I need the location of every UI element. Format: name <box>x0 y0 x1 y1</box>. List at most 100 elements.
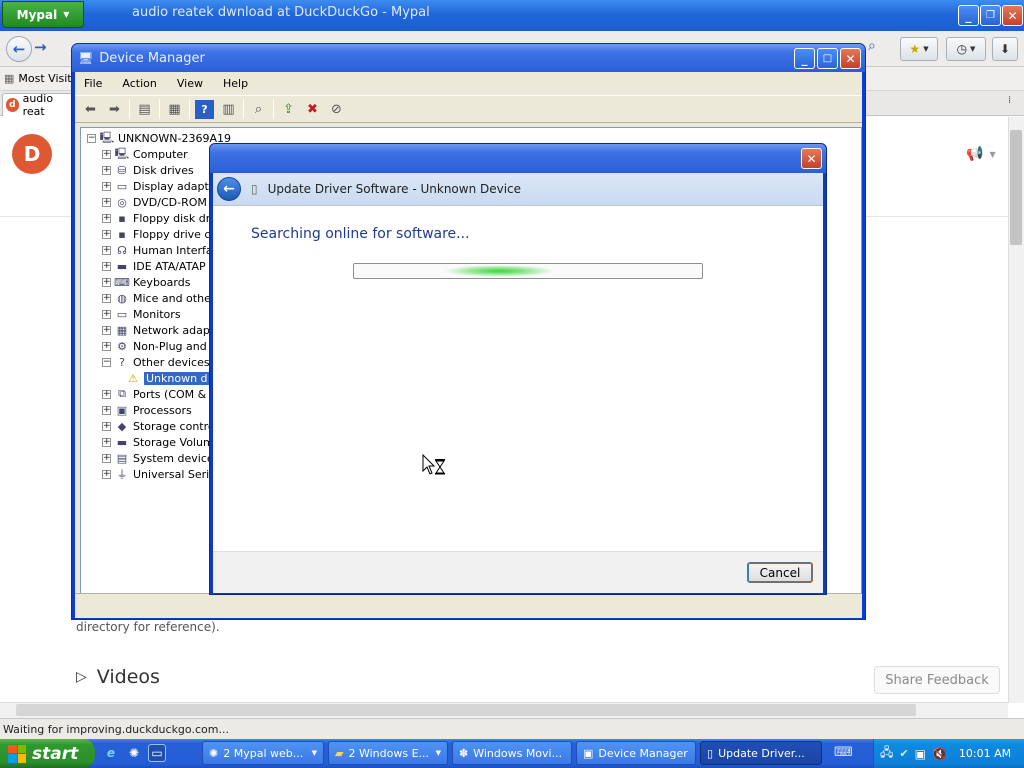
expand-icon[interactable]: + <box>102 229 111 239</box>
tree-category[interactable]: + ☊ Human Interfa <box>102 242 213 258</box>
collapse-icon[interactable]: − <box>87 133 96 143</box>
task-button-windows-movie-maker[interactable]: ✽ Windows Movi... <box>452 741 572 765</box>
menu-help[interactable]: Help <box>223 77 248 90</box>
expand-icon[interactable]: + <box>102 309 111 319</box>
tree-category[interactable]: + ▬ IDE ATA/ATAP <box>102 258 206 274</box>
menu-view[interactable]: View <box>177 77 203 90</box>
show-hide-console-tree-icon[interactable]: ▤ <box>135 100 154 119</box>
expand-icon[interactable]: + <box>102 325 111 335</box>
vertical-scrollbar-thumb[interactable] <box>1010 130 1022 245</box>
task-button-mypal[interactable]: ✺ 2 Mypal web... ▼ <box>202 741 324 765</box>
duckduckgo-logo-icon[interactable]: D <box>12 134 52 174</box>
device-manager-titlebar[interactable]: 🖥 Device Manager <box>72 44 865 72</box>
tree-category[interactable]: + ▦ Network adapt <box>102 322 214 338</box>
menu-action[interactable]: Action <box>122 77 156 90</box>
task-button-device-manager[interactable]: ▣ Device Manager <box>576 741 696 765</box>
expand-icon[interactable]: + <box>102 149 111 159</box>
tree-category[interactable]: + ◎ DVD/CD-ROM d <box>102 194 217 210</box>
dialog-titlebar[interactable] <box>210 144 826 173</box>
view-icon[interactable]: ▥ <box>219 100 238 119</box>
uninstall-icon[interactable]: ✖ <box>303 100 322 119</box>
megaphone-icon[interactable]: 📢 ▼ <box>966 146 996 162</box>
app-menu-button[interactable]: Mypal ▼ <box>2 1 84 28</box>
expand-icon[interactable]: + <box>102 469 111 479</box>
keyboard-language-icon[interactable]: ⌨ <box>834 745 853 760</box>
network-status-icon[interactable]: 🖧 <box>880 743 893 764</box>
expand-icon[interactable]: + <box>102 165 111 175</box>
tree-category[interactable]: + ▭ Monitors <box>102 306 181 322</box>
show-desktop-icon[interactable]: ▭ <box>148 744 166 762</box>
help-icon[interactable]: ? <box>195 99 214 119</box>
expand-icon[interactable]: + <box>102 453 111 463</box>
tree-category[interactable]: + ⌨ Keyboards <box>102 274 190 290</box>
expand-icon[interactable]: + <box>102 261 111 271</box>
devmgr-close-button[interactable]: ✕ <box>840 48 861 69</box>
tree-category[interactable]: + ▤ System devices <box>102 450 219 466</box>
forward-button[interactable]: → <box>34 38 47 56</box>
tree-child-item[interactable]: ⚠ Unknown d <box>125 370 210 386</box>
expand-icon[interactable]: + <box>102 293 111 303</box>
scan-hardware-icon[interactable]: ⌕ <box>249 100 268 119</box>
back-button[interactable]: ← <box>6 36 32 62</box>
tree-category[interactable]: + ▪ Floppy disk driv <box>102 210 220 226</box>
tree-category[interactable]: + ◆ Storage contro <box>102 418 215 434</box>
devmgr-maximize-button[interactable]: □ <box>817 48 838 69</box>
expand-icon[interactable]: + <box>102 277 111 287</box>
expand-icon[interactable]: + <box>102 389 111 399</box>
expand-icon[interactable]: + <box>102 421 111 431</box>
mypal-icon[interactable]: ✺ <box>125 744 143 762</box>
tree-category[interactable]: + ▪ Floppy drive co <box>102 226 217 242</box>
back-arrow-icon[interactable]: ⬅ <box>81 100 100 119</box>
browser-close-button[interactable]: ✕ <box>1002 5 1023 26</box>
expand-icon[interactable]: + <box>102 405 111 415</box>
task-button-windows-explorer[interactable]: ▰ 2 Windows E... ▼ <box>328 741 448 765</box>
collapse-icon[interactable]: − <box>102 357 111 367</box>
expand-icon[interactable]: + <box>102 213 111 223</box>
browser-restore-button[interactable]: ❐ <box>980 5 1001 26</box>
tree-category[interactable]: + 🖳 Computer <box>102 146 188 162</box>
browser-minimize-button[interactable]: _ <box>958 5 979 26</box>
disable-device-icon[interactable]: ⊘ <box>327 100 346 119</box>
videos-section-heading[interactable]: ▷ Videos <box>76 666 160 688</box>
properties-icon[interactable]: ▦ <box>165 100 184 119</box>
menu-file[interactable]: File <box>84 77 102 90</box>
search-button[interactable]: ⌕ <box>868 38 876 54</box>
tree-category[interactable]: + ▭ Display adapte <box>102 178 216 194</box>
safely-remove-hardware-icon[interactable]: ✔ <box>899 747 908 760</box>
share-feedback-button[interactable]: Share Feedback <box>874 666 1000 694</box>
tree-category[interactable]: + ⛁ Disk drives <box>102 162 194 178</box>
expand-icon[interactable]: + <box>102 197 111 207</box>
downloads-button[interactable]: ⬇ <box>992 37 1018 61</box>
tab-list-icon[interactable]: ⁞ <box>1008 95 1011 106</box>
tree-root[interactable]: − 🖳 UNKNOWN-2369A19 <box>87 130 231 146</box>
taskbar-clock[interactable]: 10:01 AM <box>959 747 1011 760</box>
tree-category[interactable]: + ⧉ Ports (COM & L <box>102 386 216 402</box>
tree-category[interactable]: + ▣ Processors <box>102 402 192 418</box>
volume-muted-icon[interactable]: 🔇 <box>932 747 947 761</box>
update-driver-icon[interactable]: ⇪ <box>279 100 298 119</box>
expand-icon[interactable]: + <box>102 245 111 255</box>
cancel-button[interactable]: Cancel <box>747 562 813 583</box>
expand-icon[interactable]: + <box>102 437 111 447</box>
internet-explorer-icon[interactable]: e <box>102 744 120 762</box>
tree-category[interactable]: + ⏚ Universal Seria <box>102 466 216 482</box>
devmgr-minimize-button[interactable]: _ <box>794 48 815 69</box>
tab-active[interactable]: d audio reat <box>2 92 74 118</box>
back-arrow-icon[interactable]: ← <box>217 177 241 201</box>
bookmark-most-visited[interactable]: Most Visite <box>18 72 78 85</box>
expand-icon[interactable]: + <box>102 181 111 191</box>
start-button[interactable]: start <box>0 739 95 768</box>
network-connection-icon[interactable]: ▣ <box>915 747 926 761</box>
dialog-close-button[interactable]: ✕ <box>801 148 822 169</box>
tree-category[interactable]: + ⚙ Non-Plug and P <box>102 338 217 354</box>
tree-item-label: Disk drives <box>133 163 194 177</box>
bookmarks-menu-button[interactable]: ★ ▼ <box>900 37 938 61</box>
tree-category[interactable]: −? Other devices <box>102 354 210 370</box>
forward-arrow-icon[interactable]: ➡ <box>105 100 124 119</box>
task-button-update-driver[interactable]: ▯ Update Driver... <box>700 741 822 765</box>
expand-icon[interactable]: + <box>102 341 111 351</box>
history-button[interactable]: ◷ ▼ <box>946 37 986 61</box>
tree-category[interactable]: + ▬ Storage Volum <box>102 434 214 450</box>
horizontal-scrollbar-thumb[interactable] <box>16 704 916 716</box>
tree-category[interactable]: + ◍ Mice and other <box>102 290 215 306</box>
